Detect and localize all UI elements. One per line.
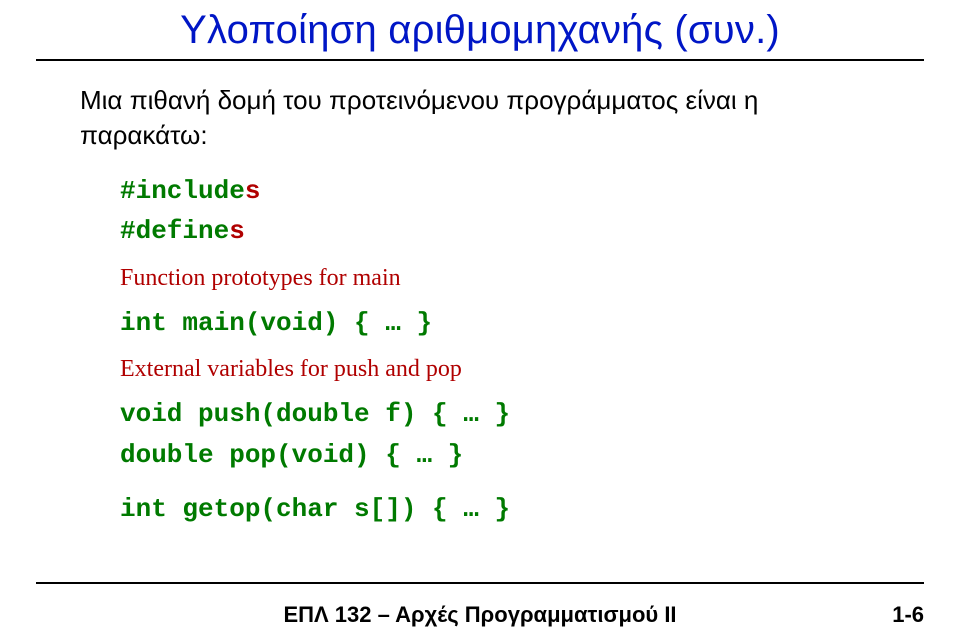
main-signature: int main(void) { … } [120, 303, 880, 343]
pop-signature: double pop(void) { … } [120, 435, 880, 475]
code-block: #includes #defines Function prototypes f… [80, 171, 880, 529]
defines-line: #defines [120, 211, 880, 251]
include-kw: #include [120, 176, 245, 206]
slide: Υλοποίηση αριθμομηχανής (συν.) Μια πιθαν… [0, 0, 960, 640]
title-wrap: Υλοποίηση αριθμομηχανής (συν.) [0, 0, 960, 53]
footer-text: ΕΠΛ 132 – Αρχές Προγραμματισμού ΙΙ [0, 602, 960, 628]
getop-signature: int getop(char s[]) { … } [120, 489, 880, 529]
intro-line2: παρακάτω: [80, 120, 208, 150]
page-number: 1-6 [892, 602, 924, 628]
content: Μια πιθανή δομή του προτεινόμενου προγρά… [0, 61, 960, 529]
define-kw: #define [120, 216, 229, 246]
intro-line1: Μια πιθανή δομή του προτεινόμενου προγρά… [80, 85, 758, 115]
include-suffix: s [245, 176, 261, 206]
includes-line: #includes [120, 171, 880, 211]
push-signature: void push(double f) { … } [120, 394, 880, 434]
ext-comment: External variables for push and pop [120, 351, 880, 388]
define-suffix: s [229, 216, 245, 246]
slide-title: Υλοποίηση αριθμομηχανής (συν.) [180, 8, 780, 53]
proto-comment: Function prototypes for main [120, 260, 880, 297]
intro-text: Μια πιθανή δομή του προτεινόμενου προγρά… [80, 83, 880, 153]
footer-rule [36, 582, 924, 584]
